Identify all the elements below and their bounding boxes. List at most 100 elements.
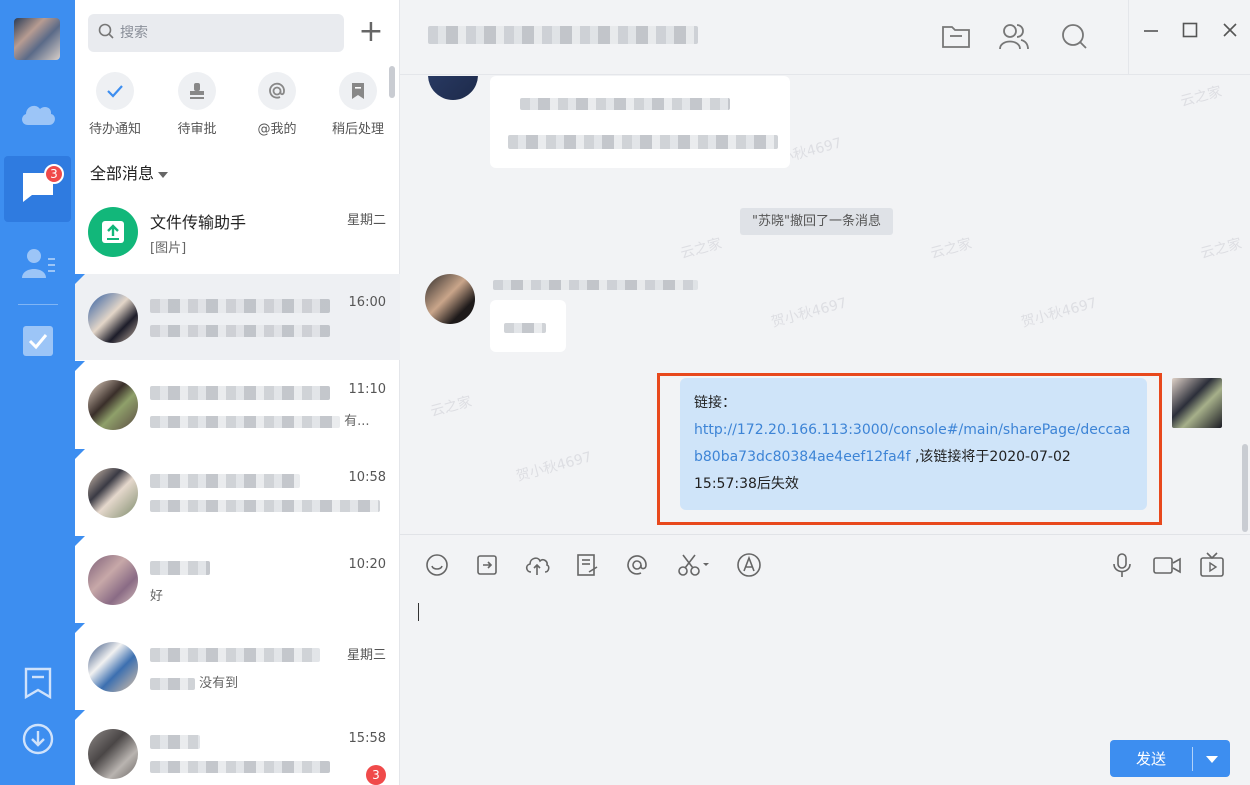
watermark: 贺小秋4697 — [1019, 295, 1099, 331]
search-icon — [1060, 22, 1088, 54]
search-icon — [98, 23, 114, 43]
rail-divider — [18, 304, 58, 305]
conversation-time: 15:58 — [348, 731, 386, 746]
avatar — [88, 642, 138, 692]
conversation-item[interactable]: 16:00 — [75, 274, 400, 360]
send-button[interactable]: 发送 — [1110, 740, 1230, 777]
minimize-button[interactable] — [1137, 18, 1165, 46]
conversation-preview — [150, 323, 330, 338]
sender-avatar — [425, 274, 475, 324]
conversation-time: 10:20 — [348, 557, 386, 572]
conversation-preview: 好 — [150, 589, 164, 604]
unread-corner-marker — [75, 361, 85, 371]
folder-icon — [941, 23, 971, 53]
quick-todo-notice[interactable]: 待办通知 — [75, 72, 155, 138]
maximize-button[interactable] — [1176, 18, 1204, 46]
add-button[interactable]: + — [357, 17, 385, 48]
minimize-icon — [1143, 22, 1159, 42]
tasks-nav-button[interactable] — [0, 310, 75, 376]
conversation-item[interactable]: 好 10:20 — [75, 536, 400, 622]
live-button[interactable] — [1198, 552, 1226, 581]
conversation-item[interactable]: 没有到 星期三 — [75, 623, 400, 709]
message-filter-dropdown[interactable]: 全部消息 — [90, 160, 169, 184]
list-scrollbar[interactable] — [389, 66, 395, 98]
conversation-name — [150, 557, 210, 576]
files-button[interactable] — [940, 22, 972, 54]
conversation-time: 星期三 — [346, 648, 386, 663]
conversation-name — [150, 470, 300, 489]
my-avatar — [1172, 378, 1222, 428]
unread-corner-marker — [75, 710, 85, 720]
conversation-name — [150, 295, 330, 314]
download-icon — [22, 723, 54, 759]
notes-button[interactable] — [573, 553, 601, 581]
conversation-time: 11:10 — [348, 382, 386, 397]
video-camera-icon — [1152, 554, 1182, 580]
message-list[interactable]: 云之家 贺小秋4697 云之家 云之家 云之家 贺小秋4697 贺小秋4697 … — [400, 76, 1250, 534]
chat-scrollbar[interactable] — [1242, 444, 1248, 532]
cloud-upload-button[interactable] — [523, 553, 551, 581]
emoji-button[interactable] — [423, 553, 451, 581]
emoji-icon — [425, 553, 449, 581]
screenshot-button[interactable] — [675, 553, 715, 581]
avatar — [88, 380, 138, 430]
user-avatar[interactable] — [14, 18, 60, 60]
text-format-button[interactable] — [735, 553, 763, 581]
filter-label: 全部消息 — [90, 164, 155, 183]
conversation-time: 星期二 — [346, 213, 386, 228]
messages-nav-button[interactable]: 3 — [4, 156, 71, 222]
quick-mentions[interactable]: @我的 — [237, 72, 317, 138]
recall-notice: "苏晓"撤回了一条消息 — [740, 208, 893, 235]
checkbox-icon — [22, 325, 54, 361]
bookmark-icon — [23, 667, 53, 703]
members-icon — [999, 22, 1029, 54]
send-options-dropdown[interactable] — [1193, 750, 1230, 768]
cloud-nav-button[interactable] — [0, 82, 75, 148]
close-button[interactable] — [1216, 18, 1244, 46]
quick-label: @我的 — [257, 122, 297, 137]
watermark: 云之家 — [1178, 83, 1224, 111]
conversation-item[interactable]: 文件传输助手 [图片] 星期二 — [75, 188, 400, 274]
conversation-preview: 没有到 — [150, 672, 238, 691]
caret-down-icon — [158, 171, 169, 178]
header-divider — [1128, 0, 1129, 75]
check-icon — [96, 72, 134, 110]
conversation-time: 16:00 — [348, 295, 386, 310]
watermark: 云之家 — [928, 235, 974, 263]
search-box[interactable] — [88, 14, 344, 52]
search-input[interactable] — [120, 25, 320, 41]
conversation-preview: 有... — [150, 410, 370, 429]
conversation-preview — [150, 759, 330, 774]
unread-count-badge: 3 — [366, 765, 386, 785]
chat-search-button[interactable] — [1058, 22, 1090, 54]
conversation-name — [150, 731, 200, 750]
quick-label: 待审批 — [177, 122, 217, 137]
quick-later[interactable]: 稍后处理 — [318, 72, 398, 138]
video-call-button[interactable] — [1150, 553, 1184, 581]
download-nav-button[interactable] — [0, 708, 75, 774]
conversation-name — [150, 644, 320, 663]
unread-corner-marker — [75, 274, 85, 284]
avatar — [88, 555, 138, 605]
conversation-item[interactable]: 有... 11:10 — [75, 361, 400, 447]
members-button[interactable] — [998, 22, 1030, 54]
mention-button[interactable] — [623, 553, 651, 581]
left-rail: 3 — [0, 0, 75, 785]
quick-pending-approval[interactable]: 待审批 — [157, 72, 237, 138]
caret-down-icon — [1205, 750, 1218, 768]
conversation-time: 10:58 — [348, 470, 386, 485]
voice-button[interactable] — [1108, 553, 1136, 581]
bookmark-icon — [339, 72, 377, 110]
watermark: 贺小秋4697 — [769, 295, 849, 331]
chat-title — [428, 26, 698, 44]
conversation-item[interactable]: 10:58 — [75, 449, 400, 535]
stamp-icon — [178, 72, 216, 110]
send-file-button[interactable] — [473, 553, 501, 581]
contacts-nav-button[interactable] — [0, 232, 75, 298]
unread-corner-marker — [75, 536, 85, 546]
message-bubble[interactable] — [490, 76, 790, 168]
conversation-item[interactable]: 15:58 3 — [75, 710, 400, 785]
file-transfer-avatar — [88, 207, 138, 257]
conversation-preview — [150, 498, 380, 513]
message-bubble[interactable] — [490, 300, 566, 352]
